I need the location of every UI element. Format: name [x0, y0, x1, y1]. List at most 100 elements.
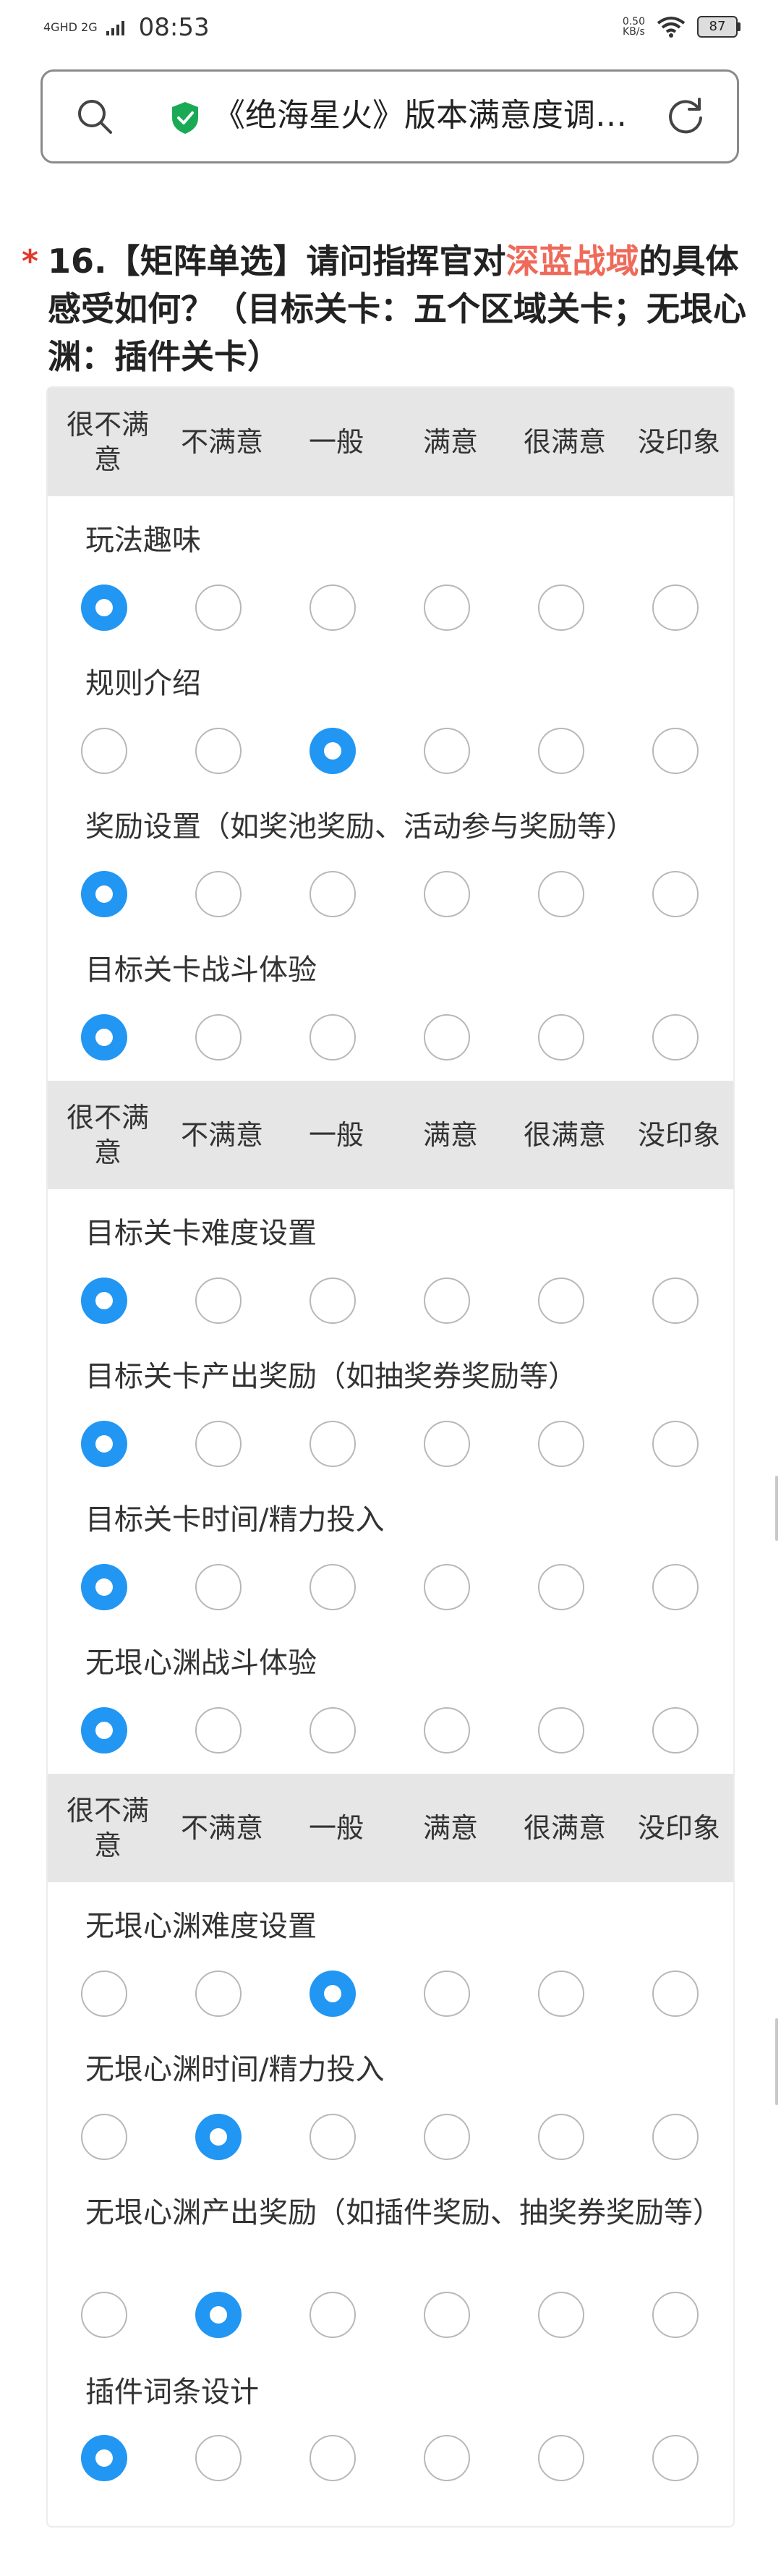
radio-option[interactable]	[310, 1278, 356, 1324]
shield-check-icon	[172, 102, 198, 134]
radio-option[interactable]	[310, 1421, 356, 1467]
radio-option[interactable]	[195, 728, 242, 774]
radio-option[interactable]	[538, 1278, 584, 1324]
radio-option[interactable]	[538, 1014, 584, 1060]
radio-option[interactable]	[81, 1707, 127, 1754]
radio-option[interactable]	[424, 1564, 470, 1610]
radio-option[interactable]	[652, 2114, 699, 2160]
radio-option[interactable]	[310, 2114, 356, 2160]
radio-option[interactable]	[310, 585, 356, 631]
radio-option[interactable]	[424, 2114, 470, 2160]
radio-option[interactable]	[81, 2292, 127, 2338]
matrix-header-row: 很不满意 不满意 一般 满意 很满意 没印象	[48, 1081, 733, 1189]
radio-option[interactable]	[195, 2114, 242, 2160]
page-title[interactable]: 《绝海星火》版本满意度调…	[213, 90, 676, 141]
radio-option[interactable]	[195, 1707, 242, 1754]
network-speed: 0.50 KB/s	[623, 17, 645, 37]
radio-option[interactable]	[81, 2435, 127, 2481]
option-header-4: 很满意	[523, 1119, 606, 1151]
radio-option[interactable]	[81, 1421, 127, 1467]
radio-option[interactable]	[195, 2292, 242, 2338]
scroll-indicator	[775, 2018, 778, 2105]
matrix-header-row: 很不满意 不满意 一般 满意 很满意 没印象	[48, 1774, 733, 1882]
radio-option[interactable]	[538, 871, 584, 917]
radio-option[interactable]	[81, 728, 127, 774]
radio-option[interactable]	[310, 1564, 356, 1610]
radio-option[interactable]	[538, 2114, 584, 2160]
radio-option[interactable]	[81, 2114, 127, 2160]
radio-option[interactable]	[81, 1564, 127, 1610]
radio-option[interactable]	[424, 871, 470, 917]
option-header-0: 很不满意	[67, 409, 150, 475]
radio-option[interactable]	[81, 871, 127, 917]
radio-option[interactable]	[195, 1278, 242, 1324]
radio-option[interactable]	[310, 2435, 356, 2481]
option-header-0: 很不满意	[67, 1102, 150, 1168]
radio-option[interactable]	[195, 1564, 242, 1610]
matrix-row-label: 无垠心渊产出奖励（如插件奖励、抽奖券奖励等）	[85, 2196, 722, 2229]
radio-option[interactable]	[195, 1014, 242, 1060]
radio-option[interactable]	[652, 728, 699, 774]
radio-option[interactable]	[538, 585, 584, 631]
radio-option[interactable]	[81, 585, 127, 631]
option-header-2: 一般	[308, 426, 364, 458]
radio-option[interactable]	[195, 871, 242, 917]
matrix-row-label: 目标关卡战斗体验	[85, 953, 317, 987]
radio-option[interactable]	[538, 1564, 584, 1610]
radio-option[interactable]	[195, 2435, 242, 2481]
radio-option[interactable]	[652, 1564, 699, 1610]
radio-option[interactable]	[652, 2292, 699, 2338]
radio-option[interactable]	[81, 1278, 127, 1324]
radio-option[interactable]	[538, 2292, 584, 2338]
reload-icon[interactable]	[663, 93, 708, 138]
radio-option[interactable]	[424, 585, 470, 631]
search-icon[interactable]	[73, 95, 116, 138]
radio-option[interactable]	[310, 871, 356, 917]
option-header-4: 很满意	[523, 426, 606, 458]
option-header-5: 没印象	[637, 1812, 720, 1844]
radio-option[interactable]	[652, 1421, 699, 1467]
radio-option[interactable]	[424, 2292, 470, 2338]
radio-option[interactable]	[652, 1707, 699, 1754]
radio-option[interactable]	[310, 1971, 356, 2017]
address-bar[interactable]: 《绝海星火》版本满意度调…	[40, 69, 739, 163]
option-header-1: 不满意	[180, 426, 263, 458]
option-header-3: 满意	[422, 1119, 478, 1151]
matrix-row-label: 无垠心渊时间/精力投入	[85, 2053, 385, 2086]
option-header-2: 一般	[308, 1812, 364, 1844]
radio-option[interactable]	[652, 585, 699, 631]
radio-option[interactable]	[310, 728, 356, 774]
matrix-table: 很不满意 不满意 一般 满意 很满意 没印象 很不满意 不满意 一般 满意 很满意 没印象 很不满意 不满…	[46, 386, 735, 2528]
radio-option[interactable]	[424, 1278, 470, 1324]
clock: 08:53	[138, 13, 210, 42]
radio-option[interactable]	[424, 1014, 470, 1060]
radio-option[interactable]	[195, 585, 242, 631]
matrix-row-label: 玩法趣味	[85, 524, 201, 557]
radio-option[interactable]	[195, 1971, 242, 2017]
question-title: 16.【矩阵单选】请问指挥官对深蓝战域的具体感受如何？（目标关卡：五个区域关卡；…	[48, 237, 756, 381]
matrix-row-label: 无垠心渊难度设置	[85, 1910, 317, 1943]
radio-option[interactable]	[310, 2292, 356, 2338]
radio-option[interactable]	[652, 871, 699, 917]
radio-option[interactable]	[81, 1014, 127, 1060]
radio-option[interactable]	[424, 1707, 470, 1754]
radio-option[interactable]	[424, 1421, 470, 1467]
radio-option[interactable]	[424, 2435, 470, 2481]
radio-option[interactable]	[424, 1971, 470, 2017]
radio-option[interactable]	[424, 728, 470, 774]
matrix-row-label: 目标关卡产出奖励（如抽奖券奖励等）	[85, 1360, 577, 1393]
radio-option[interactable]	[195, 1421, 242, 1467]
radio-option[interactable]	[652, 1014, 699, 1060]
radio-option[interactable]	[310, 1707, 356, 1754]
radio-option[interactable]	[652, 1278, 699, 1324]
radio-option[interactable]	[81, 1971, 127, 2017]
radio-option[interactable]	[652, 2435, 699, 2481]
radio-option[interactable]	[652, 1971, 699, 2017]
radio-option[interactable]	[538, 1971, 584, 2017]
radio-option[interactable]	[538, 1421, 584, 1467]
speed-unit: KB/s	[623, 26, 645, 38]
radio-option[interactable]	[310, 1014, 356, 1060]
radio-option[interactable]	[538, 728, 584, 774]
radio-option[interactable]	[538, 1707, 584, 1754]
radio-option[interactable]	[538, 2435, 584, 2481]
